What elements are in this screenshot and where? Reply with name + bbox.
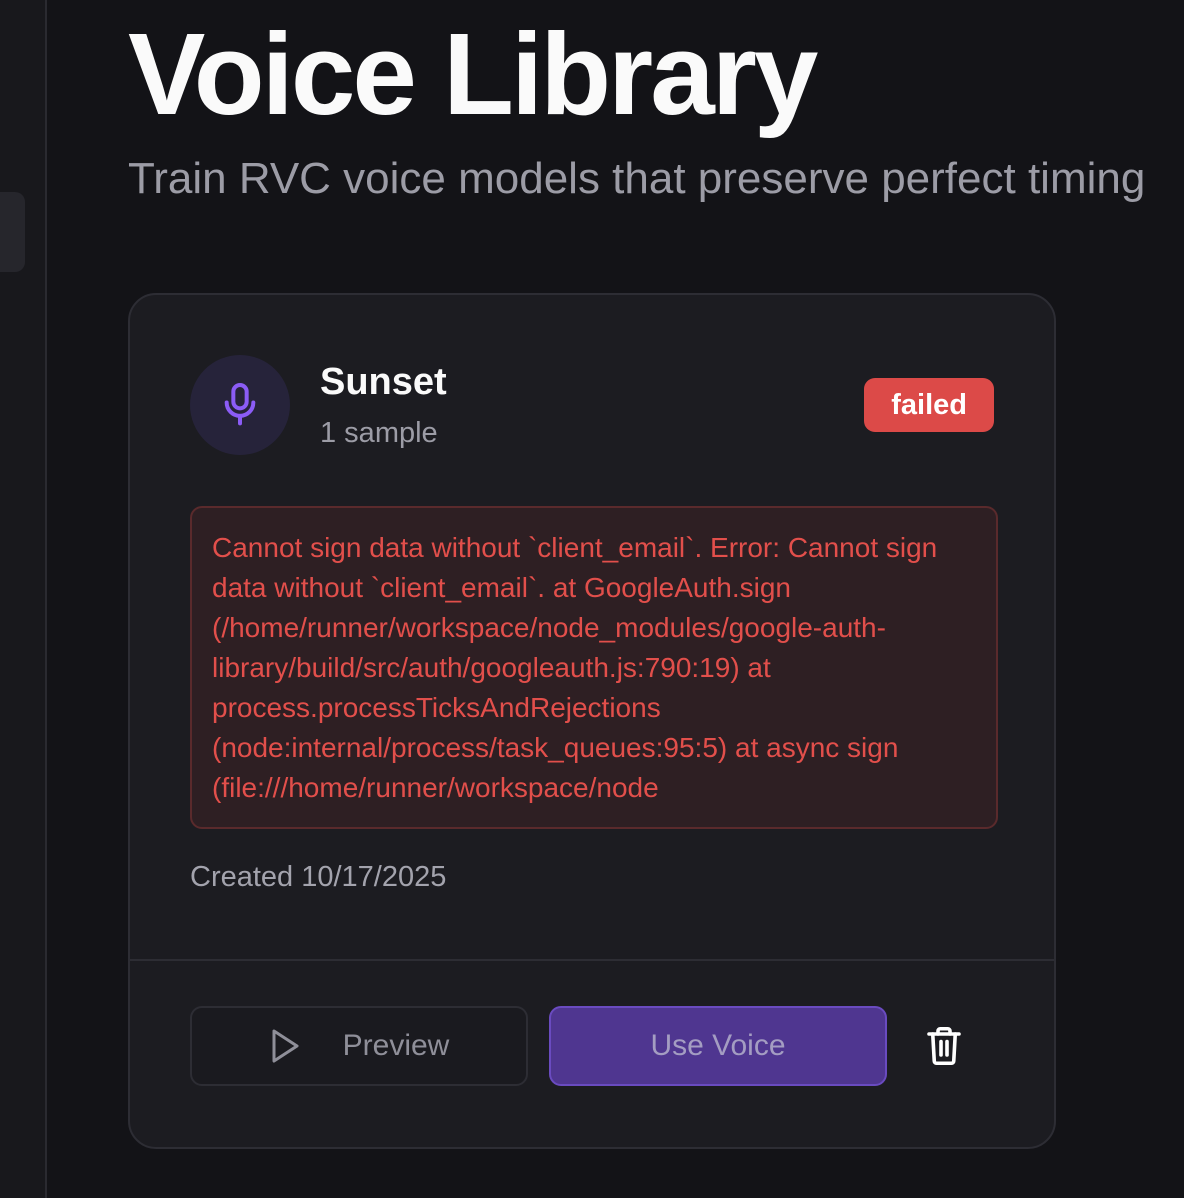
voice-card: Sunset 1 sample failed Cannot sign data … <box>128 293 1056 1149</box>
created-date: Created 10/17/2025 <box>190 861 447 893</box>
sidebar <box>0 0 47 1198</box>
main-content: Voice Library Train RVC voice models tha… <box>47 0 1184 1198</box>
delete-button[interactable] <box>920 1022 968 1070</box>
error-message: Cannot sign data without `client_email`.… <box>212 532 938 803</box>
use-voice-button-label: Use Voice <box>650 1029 786 1062</box>
error-message-box: Cannot sign data without `client_email`.… <box>190 506 998 829</box>
play-icon <box>269 1028 301 1064</box>
voice-avatar <box>190 355 290 455</box>
card-divider <box>130 959 1054 961</box>
use-voice-button[interactable]: Use Voice <box>549 1006 887 1086</box>
voice-name: Sunset <box>320 361 447 403</box>
preview-button[interactable]: Preview <box>190 1006 528 1086</box>
page-title: Voice Library <box>128 9 818 139</box>
microphone-icon <box>224 383 256 426</box>
preview-button-label: Preview <box>342 1029 450 1062</box>
sample-count: 1 sample <box>320 417 438 449</box>
sidebar-item-active[interactable] <box>0 192 25 272</box>
page-subtitle: Train RVC voice models that preserve per… <box>128 154 1146 203</box>
status-badge: failed <box>864 378 994 432</box>
trash-icon <box>927 1026 961 1066</box>
